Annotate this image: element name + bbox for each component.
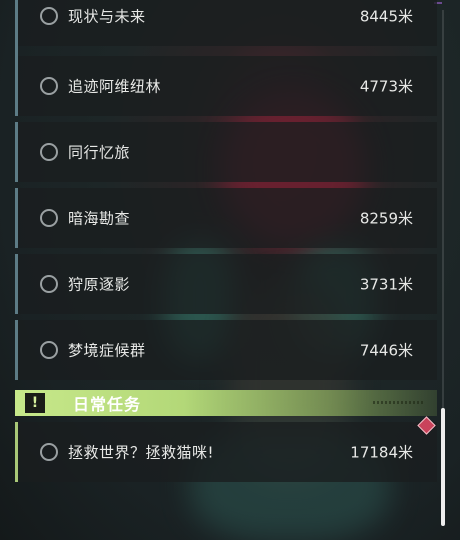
radio-circle-icon[interactable] — [40, 341, 58, 359]
radio-circle-icon[interactable] — [40, 7, 58, 25]
quest-distance: 7446米 — [359, 341, 413, 360]
quest-item[interactable]: 现状与未来 8445米 — [15, 0, 437, 46]
exclamation-icon: ! — [25, 393, 45, 413]
radio-circle-icon[interactable] — [40, 443, 58, 461]
radio-circle-icon[interactable] — [40, 77, 58, 95]
quest-name: 狩原逐影 — [68, 275, 131, 294]
quest-name: 拯救世界？拯救猫咪! — [68, 443, 215, 462]
quest-item[interactable]: 追迹阿维纽林 4773米 — [15, 56, 437, 116]
quest-accent-bar — [15, 422, 18, 482]
divider-line — [15, 46, 18, 56]
quest-accent-bar — [15, 320, 18, 380]
quest-name: 同行忆旅 — [68, 143, 131, 162]
quest-item[interactable]: 梦境症候群 7446米 — [15, 320, 437, 380]
daily-quest-item[interactable]: 拯救世界？拯救猫咪! 17184米 — [15, 422, 437, 482]
quest-distance: 8259米 — [359, 209, 413, 228]
quest-accent-bar — [15, 0, 18, 46]
quest-accent-bar — [15, 56, 18, 116]
quest-accent-bar — [15, 254, 18, 314]
quest-distance: 8445米 — [359, 7, 413, 26]
quest-item[interactable]: 同行忆旅 — [15, 122, 437, 182]
quest-distance: 17184米 — [350, 443, 413, 462]
scrollbar-thumb[interactable] — [441, 408, 445, 526]
section-title: 日常任务 — [73, 395, 142, 414]
quest-name: 追迹阿维纽林 — [68, 77, 162, 96]
radio-circle-icon[interactable] — [40, 209, 58, 227]
quest-distance: 4773米 — [359, 77, 413, 96]
quest-name: 现状与未来 — [68, 7, 146, 26]
quest-accent-bar — [15, 122, 18, 182]
quest-item[interactable]: 暗海勘查 8259米 — [15, 188, 437, 248]
header-decoration — [373, 401, 425, 404]
quest-name: 梦境症候群 — [68, 341, 146, 360]
quest-name: 暗海勘查 — [68, 209, 131, 228]
quest-list: 现状与未来 8445米 追迹阿维纽林 4773米 同行忆旅 暗海勘查 8259米… — [0, 0, 460, 540]
radio-circle-icon[interactable] — [40, 275, 58, 293]
quest-distance: 3731米 — [359, 275, 413, 294]
quest-item[interactable]: 狩原逐影 3731米 — [15, 254, 437, 314]
quest-accent-bar — [15, 188, 18, 248]
daily-tasks-header[interactable]: ! 日常任务 — [15, 390, 437, 416]
radio-circle-icon[interactable] — [40, 143, 58, 161]
